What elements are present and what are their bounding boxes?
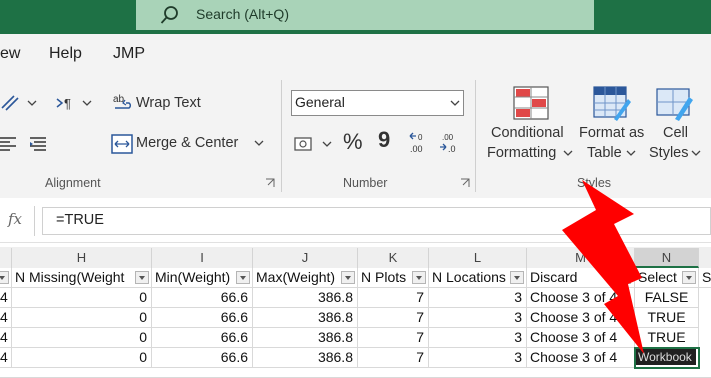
header-cell-k: N Plots bbox=[358, 268, 429, 288]
table-cell[interactable]: 4 bbox=[0, 288, 12, 308]
table-cell[interactable]: 386.8 bbox=[253, 348, 358, 368]
chevron-down-icon[interactable] bbox=[254, 139, 264, 147]
orientation-icon[interactable] bbox=[0, 92, 40, 114]
cell-styles-label-2[interactable]: Styles bbox=[649, 145, 689, 161]
filter-dropdown-icon[interactable] bbox=[236, 271, 250, 284]
number-group-label: Number bbox=[343, 176, 388, 190]
ribbon-separator bbox=[281, 80, 282, 192]
wrap-text-icon: ab bbox=[113, 94, 131, 109]
merge-center-button[interactable]: Merge & Center bbox=[136, 135, 238, 151]
table-cell[interactable]: 66.6 bbox=[152, 308, 253, 328]
filter-dropdown-icon[interactable] bbox=[682, 271, 696, 284]
table-cell[interactable]: 3 bbox=[429, 348, 527, 368]
dialog-launcher-icon[interactable] bbox=[460, 178, 470, 188]
table-cell[interactable]: 66.6 bbox=[152, 348, 253, 368]
svg-text:0: 0 bbox=[418, 133, 423, 142]
cell-styles-label-1[interactable]: Cell bbox=[663, 125, 688, 141]
table-cell[interactable]: 386.8 bbox=[253, 328, 358, 348]
header-cell-h: N Missing(Weight bbox=[12, 268, 152, 288]
filter-dropdown-icon[interactable] bbox=[412, 271, 426, 284]
header-label: Min(Weight) bbox=[155, 269, 231, 285]
fx-icon[interactable]: fx bbox=[8, 210, 22, 228]
conditional-formatting-icon bbox=[513, 86, 549, 120]
formula-separator bbox=[34, 206, 35, 236]
table-cell[interactable]: 3 bbox=[429, 288, 527, 308]
menu-item-help[interactable]: Help bbox=[49, 45, 82, 63]
table-cell[interactable]: 7 bbox=[358, 288, 429, 308]
ribbon-separator bbox=[475, 80, 476, 192]
cell-styles-icon bbox=[656, 88, 693, 121]
column-header-g[interactable] bbox=[0, 248, 12, 268]
number-format-value: General bbox=[295, 94, 345, 110]
chevron-down-icon[interactable] bbox=[450, 99, 460, 107]
formula-value: =TRUE bbox=[56, 212, 104, 228]
menu-bar bbox=[0, 34, 711, 74]
header-cell-g bbox=[0, 268, 12, 288]
search-icon bbox=[160, 6, 178, 24]
filter-dropdown-icon[interactable] bbox=[0, 271, 9, 284]
wrap-text-button[interactable]: Wrap Text bbox=[136, 95, 201, 111]
table-cell[interactable]: 386.8 bbox=[253, 288, 358, 308]
dialog-launcher-icon[interactable] bbox=[265, 178, 275, 188]
format-as-table-label-1[interactable]: Format as bbox=[579, 125, 644, 141]
header-label: Max(Weight) bbox=[256, 269, 336, 285]
filter-dropdown-icon[interactable] bbox=[510, 271, 524, 284]
column-header-l[interactable]: L bbox=[429, 248, 527, 268]
table-cell[interactable]: 0 bbox=[12, 308, 152, 328]
filter-dropdown-icon[interactable] bbox=[135, 271, 149, 284]
comma-style-button[interactable]: 9 bbox=[378, 127, 390, 153]
header-label: So bbox=[702, 269, 711, 285]
percent-style-button[interactable]: % bbox=[343, 129, 363, 155]
table-cell[interactable]: 386.8 bbox=[253, 308, 358, 328]
table-cell[interactable]: 0 bbox=[12, 288, 152, 308]
merge-center-icon bbox=[111, 134, 133, 154]
svg-text:.00: .00 bbox=[442, 133, 454, 142]
filter-dropdown-icon[interactable] bbox=[341, 271, 355, 284]
header-label: N Plots bbox=[361, 269, 407, 285]
header-cell-j: Max(Weight) bbox=[253, 268, 358, 288]
header-label: N Missing(Weight bbox=[15, 269, 125, 285]
table-cell[interactable]: 4 bbox=[0, 308, 12, 328]
table-cell[interactable]: 4 bbox=[0, 328, 12, 348]
svg-text:.00: .00 bbox=[410, 144, 423, 154]
indent-icon[interactable]: ¶ bbox=[54, 93, 96, 113]
decrease-decimal-icon[interactable]: .00 .0 bbox=[438, 131, 464, 155]
table-cell[interactable]: 66.6 bbox=[152, 328, 253, 348]
increase-decimal-icon[interactable]: 0 .00 bbox=[408, 131, 434, 155]
svg-text:¶: ¶ bbox=[64, 96, 71, 111]
accounting-format-icon[interactable] bbox=[293, 133, 335, 155]
table-cell[interactable]: 66.6 bbox=[152, 288, 253, 308]
search-placeholder[interactable]: Search (Alt+Q) bbox=[196, 6, 289, 22]
conditional-formatting-label-2[interactable]: Formatting bbox=[487, 145, 556, 161]
column-header-h[interactable]: H bbox=[12, 248, 152, 268]
align-icons[interactable] bbox=[0, 134, 52, 154]
menu-item-view[interactable]: ew bbox=[0, 45, 20, 63]
header-cell-l: N Locations bbox=[429, 268, 527, 288]
chevron-down-icon[interactable] bbox=[626, 149, 636, 157]
empty-row[interactable] bbox=[0, 368, 711, 378]
header-label: N Locations bbox=[432, 269, 506, 285]
table-cell[interactable]: 0 bbox=[12, 328, 152, 348]
column-header-j[interactable]: J bbox=[253, 248, 358, 268]
header-cell-i: Min(Weight) bbox=[152, 268, 253, 288]
header-cell-o: So bbox=[699, 268, 711, 288]
svg-text:.0: .0 bbox=[448, 144, 456, 154]
table-cell[interactable]: 3 bbox=[429, 328, 527, 348]
chevron-down-icon[interactable] bbox=[563, 149, 573, 157]
format-as-table-icon bbox=[593, 86, 631, 121]
table-cell[interactable]: 4 bbox=[0, 348, 12, 368]
menu-item-jmp[interactable]: JMP bbox=[113, 45, 145, 63]
table-cell[interactable]: 7 bbox=[358, 328, 429, 348]
chevron-down-icon[interactable] bbox=[691, 149, 701, 157]
column-header-k[interactable]: K bbox=[358, 248, 429, 268]
conditional-formatting-label-1[interactable]: Conditional bbox=[491, 125, 564, 141]
column-header-i[interactable]: I bbox=[152, 248, 253, 268]
table-cell[interactable]: 7 bbox=[358, 308, 429, 328]
annotation-arrow-icon bbox=[562, 180, 644, 354]
format-as-table-label-2[interactable]: Table bbox=[587, 145, 622, 161]
alignment-group-label: Alignment bbox=[45, 176, 101, 190]
table-cell[interactable]: 0 bbox=[12, 348, 152, 368]
table-cell[interactable]: 7 bbox=[358, 348, 429, 368]
table-cell[interactable]: 3 bbox=[429, 308, 527, 328]
